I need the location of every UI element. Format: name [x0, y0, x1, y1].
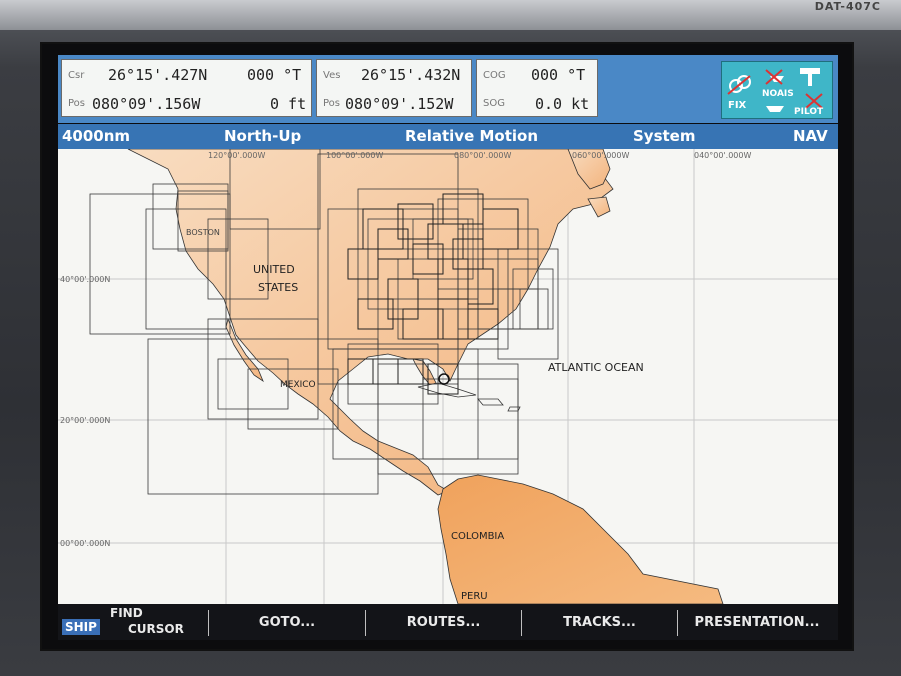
- ship-option[interactable]: SHIP: [62, 619, 100, 635]
- mode-icons: FIX NOAIS PILOT: [727, 68, 824, 117]
- fix-icon: [727, 75, 751, 95]
- vessel-lon: 080°09'.152W: [345, 95, 454, 113]
- goto-softkey[interactable]: GOTO...: [209, 604, 365, 640]
- cuba: [417, 382, 477, 398]
- cursor-box: Csr 26°15'.427N 000 °T Pos 080°09'.156W …: [61, 59, 312, 117]
- label-mexico: MEXICO: [280, 380, 316, 390]
- label-united: UNITED: [253, 263, 295, 276]
- motion-mode-indicator[interactable]: Relative Motion: [405, 127, 538, 145]
- routes-softkey[interactable]: ROUTES...: [366, 604, 521, 640]
- header-databar: Csr 26°15'.427N 000 °T Pos 080°09'.156W …: [58, 55, 838, 123]
- sog-label: SOG: [483, 98, 505, 109]
- cursor-range: 0 ft: [270, 95, 307, 113]
- lat-tick: 00°00'.000N: [60, 539, 110, 548]
- pilot-icon: [800, 68, 823, 109]
- cog-value: 000 °T: [531, 66, 586, 84]
- label-seattle: BOSTON: [186, 228, 220, 237]
- lon-tick: 060°00'.000W: [572, 151, 629, 160]
- course-box: COG 000 °T SOG 0.0 kt: [476, 59, 598, 117]
- lon-tick: 100°00'.000W: [326, 151, 383, 160]
- florida: [412, 358, 437, 386]
- chart-map[interactable]: 40°00'.000N 20°00'.000N 00°00'.000N 120°…: [58, 149, 838, 604]
- label-atlantic: ATLANTIC OCEAN: [548, 361, 644, 374]
- lon-tick: 120°00'.000W: [208, 151, 265, 160]
- vessel-pos-label: Pos: [323, 98, 341, 109]
- softkey-bar: SHIP FIND CURSOR GOTO... ROUTES... TRACK…: [58, 604, 838, 640]
- cursor-bearing: 000 °T: [247, 66, 302, 84]
- cursor-option[interactable]: CURSOR: [110, 622, 184, 636]
- find-text: FIND: [110, 606, 143, 620]
- presentation-softkey[interactable]: PRESENTATION...: [678, 604, 836, 640]
- find-cursor-softkey[interactable]: SHIP FIND CURSOR: [58, 604, 208, 640]
- boat-icon: [766, 106, 784, 112]
- lon-tick: 080°00'.000W: [454, 151, 511, 160]
- status-bar: 4000nm North-Up Relative Motion System N…: [58, 124, 838, 149]
- chart-svg: 40°00'.000N 20°00'.000N 00°00'.000N 120°…: [58, 149, 838, 604]
- lat-tick: 40°00'.000N: [60, 275, 110, 284]
- cursor-pos-label: Pos: [68, 98, 86, 109]
- pilot-label: PILOT: [794, 107, 824, 117]
- tracks-softkey[interactable]: TRACKS...: [522, 604, 677, 640]
- lat-tick: 20°00'.000N: [60, 416, 110, 425]
- csr-label: Csr: [68, 70, 85, 81]
- vessel-box: Ves 26°15'.432N Pos 080°09'.152W: [316, 59, 472, 117]
- sog-value: 0.0 kt: [535, 95, 590, 113]
- newfoundland: [587, 196, 611, 218]
- cursor-lat: 26°15'.427N: [108, 66, 208, 84]
- lon-tick: 040°00'.000W: [694, 151, 751, 160]
- cursor-lon: 080°09'.156W: [92, 95, 201, 113]
- north-america-land: [127, 149, 614, 496]
- hispaniola: [477, 398, 504, 406]
- vessel-lat: 26°15'.432N: [361, 66, 461, 84]
- label-colombia: COLOMBIA: [451, 531, 504, 542]
- noais-icon: [765, 69, 784, 85]
- label-states: STATES: [258, 281, 298, 294]
- device-top-panel: DAT-407C: [0, 0, 901, 30]
- fix-label: FIX: [728, 100, 747, 111]
- noais-label: NOAIS: [762, 89, 794, 99]
- label-peru: PERU: [461, 591, 488, 602]
- cog-label: COG: [483, 70, 506, 81]
- ves-label: Ves: [323, 70, 341, 81]
- find-label: FIND CURSOR: [110, 605, 184, 637]
- range-indicator[interactable]: 4000nm: [62, 127, 130, 145]
- orientation-indicator[interactable]: North-Up: [224, 127, 301, 145]
- model-label: DAT-407C: [814, 0, 881, 13]
- datum-indicator[interactable]: System: [633, 127, 695, 145]
- mode-icons-panel[interactable]: FIX NOAIS PILOT: [721, 61, 833, 119]
- nav-mode-indicator[interactable]: NAV: [793, 127, 828, 145]
